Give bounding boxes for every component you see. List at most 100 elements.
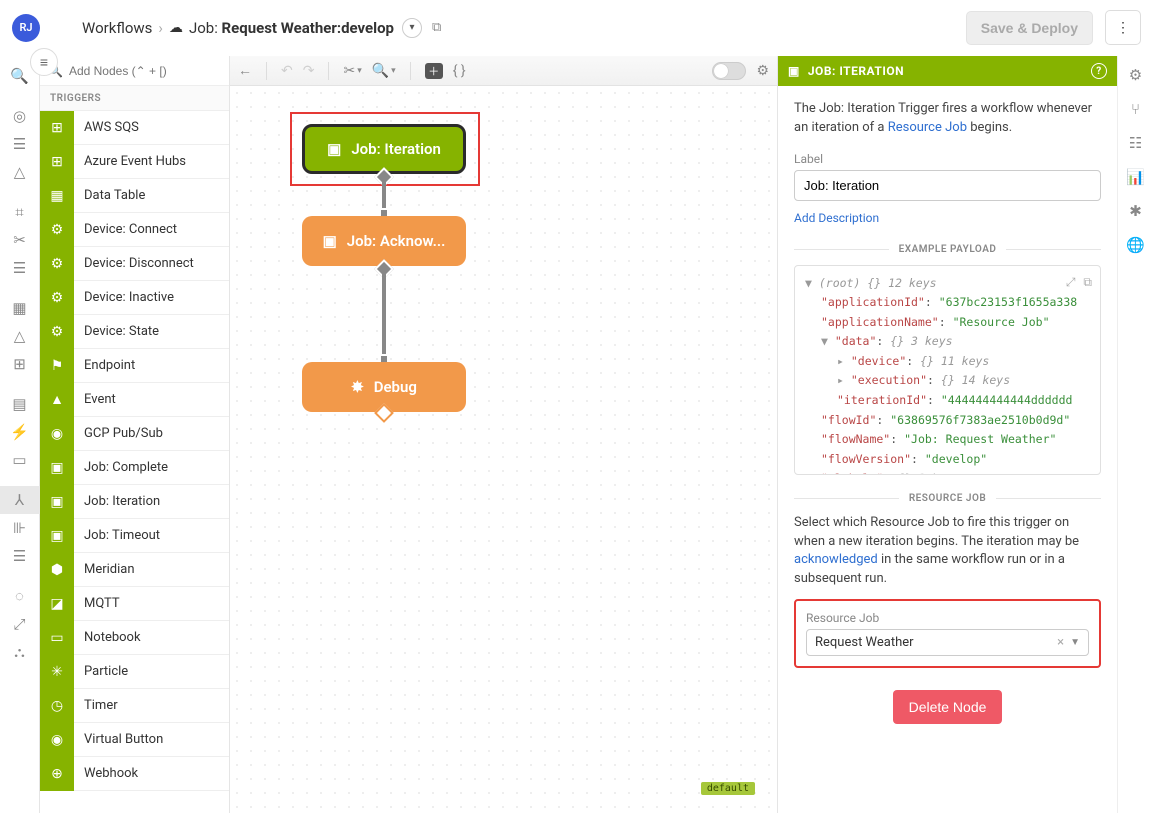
pl-flowname: "Job: Request Weather" bbox=[904, 432, 1056, 446]
workflow-canvas[interactable]: ▣ Job: Iteration ▣ Job: Acknow... ✸ Debu… bbox=[230, 86, 777, 813]
canvas-toolbar: ← ↶ ↷ ✂▾ 🔍▾ ＋ { } ⚙ bbox=[230, 56, 777, 86]
rail-branch-icon[interactable]: ⑂ bbox=[1131, 100, 1140, 118]
payload-copy-icon[interactable]: ⧉ bbox=[1083, 272, 1092, 292]
rail-warning-icon[interactable]: △ bbox=[0, 158, 40, 186]
rail-people-icon[interactable]: ⛬ bbox=[0, 638, 40, 666]
trigger-item[interactable]: ◪MQTT bbox=[40, 587, 229, 621]
rail-bug-icon[interactable]: ✱ bbox=[1129, 202, 1142, 220]
rail-doc-icon[interactable]: ☰ bbox=[0, 254, 40, 282]
trigger-icon: ▣ bbox=[40, 451, 74, 485]
trigger-item[interactable]: ▭Notebook bbox=[40, 621, 229, 655]
chevron-down-icon[interactable]: ▼ bbox=[1070, 637, 1080, 648]
trigger-label: MQTT bbox=[74, 596, 120, 611]
node-palette: 🔍 TRIGGERS ⊞AWS SQS⊞Azure Event Hubs▦Dat… bbox=[40, 56, 230, 813]
resource-job-description: Select which Resource Job to fire this t… bbox=[794, 514, 1101, 589]
trigger-item[interactable]: ◉GCP Pub/Sub bbox=[40, 417, 229, 451]
canvas-area: ← ↶ ↷ ✂▾ 🔍▾ ＋ { } ⚙ ▣ Job: I bbox=[230, 56, 777, 813]
toolbar-back-icon[interactable]: ← bbox=[238, 62, 252, 79]
rail-triangle-icon[interactable]: △ bbox=[0, 322, 40, 350]
trigger-label: AWS SQS bbox=[74, 120, 139, 135]
toolbar-zoom-icon[interactable]: 🔍▾ bbox=[372, 63, 396, 79]
toolbar-gear-icon[interactable]: ⚙ bbox=[756, 63, 769, 79]
toolbar-add-icon[interactable]: ＋ bbox=[425, 63, 443, 79]
trigger-item[interactable]: ⚙Device: Connect bbox=[40, 213, 229, 247]
rail-tools-icon[interactable]: ✂ bbox=[0, 226, 40, 254]
trigger-item[interactable]: ▣Job: Complete bbox=[40, 451, 229, 485]
avatar[interactable]: RJ bbox=[12, 14, 40, 42]
trigger-label: Device: Connect bbox=[74, 222, 177, 237]
trigger-label: Webhook bbox=[74, 766, 138, 781]
trigger-label: Notebook bbox=[74, 630, 141, 645]
rail-gauge-icon[interactable]: ◎ bbox=[0, 102, 40, 130]
acknowledged-link[interactable]: acknowledged bbox=[794, 552, 878, 567]
connector bbox=[382, 274, 386, 354]
rail-widget-icon[interactable]: ⊞ bbox=[0, 350, 40, 378]
resource-job-field-label: Resource Job bbox=[806, 611, 1089, 625]
rail-flow-icon[interactable]: ⅄ bbox=[0, 486, 40, 514]
trigger-item[interactable]: ▲Event bbox=[40, 383, 229, 417]
delete-node-button[interactable]: Delete Node bbox=[893, 690, 1003, 724]
rail-wand-icon[interactable]: ⤢ bbox=[0, 610, 40, 638]
trigger-icon: ✳ bbox=[40, 655, 74, 689]
rail-stack-icon[interactable]: ☰ bbox=[0, 542, 40, 570]
pl-root: (root) bbox=[819, 276, 861, 290]
trigger-icon: ▲ bbox=[40, 383, 74, 417]
help-icon[interactable]: ? bbox=[1091, 63, 1107, 79]
breadcrumb-root[interactable]: Workflows bbox=[82, 19, 152, 37]
rail-gear-icon[interactable]: ⚙ bbox=[1129, 66, 1142, 84]
trigger-item[interactable]: ▦Data Table bbox=[40, 179, 229, 213]
trigger-item[interactable]: ⚙Device: Inactive bbox=[40, 281, 229, 315]
section-triggers-label: TRIGGERS bbox=[40, 86, 229, 111]
trigger-item[interactable]: ⊕Webhook bbox=[40, 757, 229, 791]
rail-drop-icon[interactable]: ◌ bbox=[0, 582, 40, 610]
toolbar-redo-icon[interactable]: ↷ bbox=[303, 63, 315, 79]
more-menu-button[interactable]: ⋮ bbox=[1105, 10, 1141, 45]
node-iteration-label: Job: Iteration bbox=[351, 140, 441, 158]
trigger-item[interactable]: ⊞Azure Event Hubs bbox=[40, 145, 229, 179]
resource-job-link[interactable]: Resource Job bbox=[888, 120, 967, 135]
hamburger-icon[interactable]: ≡ bbox=[30, 48, 58, 76]
trigger-label: Data Table bbox=[74, 188, 145, 203]
payload-viewer[interactable]: ⤢ ⧉ ▼ (root) {} 12 keys "applicationId":… bbox=[794, 265, 1101, 475]
trigger-item[interactable]: ⚑Endpoint bbox=[40, 349, 229, 383]
trigger-label: Azure Event Hubs bbox=[74, 154, 186, 169]
trigger-item[interactable]: ⚙Device: State bbox=[40, 315, 229, 349]
rail-db-icon[interactable]: ☷ bbox=[1129, 134, 1142, 152]
pl-device: {} 11 keys bbox=[920, 354, 989, 368]
node-search-input[interactable] bbox=[69, 64, 224, 78]
toolbar-code-icon[interactable]: { } bbox=[453, 63, 466, 79]
rail-layers-icon[interactable]: ☰ bbox=[0, 130, 40, 158]
branch-dropdown-icon[interactable]: ▾ bbox=[402, 18, 422, 38]
trigger-item[interactable]: ▣Job: Iteration bbox=[40, 485, 229, 519]
breadcrumb-job[interactable]: Job: Request Weather:develop bbox=[189, 19, 394, 37]
payload-expand-icon[interactable]: ⤢ bbox=[1066, 272, 1076, 292]
trigger-item[interactable]: ⬢Meridian bbox=[40, 553, 229, 587]
trigger-icon: ⚙ bbox=[40, 247, 74, 281]
trigger-item[interactable]: ◷Timer bbox=[40, 689, 229, 723]
trigger-label: Meridian bbox=[74, 562, 135, 577]
toolbar-undo-icon[interactable]: ↶ bbox=[281, 63, 293, 79]
trigger-item[interactable]: ✳Particle bbox=[40, 655, 229, 689]
label-input[interactable] bbox=[794, 170, 1101, 201]
rail-bolt-icon[interactable]: ⚡ bbox=[0, 418, 40, 446]
rail-chart-icon[interactable]: 📊 bbox=[1126, 168, 1145, 186]
clear-icon[interactable]: × bbox=[1057, 635, 1064, 650]
trigger-item[interactable]: ▣Job: Timeout bbox=[40, 519, 229, 553]
rail-chip-icon[interactable]: ⌗ bbox=[0, 198, 40, 226]
trigger-icon: ⊞ bbox=[40, 111, 74, 145]
trigger-item[interactable]: ⚙Device: Disconnect bbox=[40, 247, 229, 281]
rail-sliders-icon[interactable]: ⊪ bbox=[0, 514, 40, 542]
trigger-item[interactable]: ◉Virtual Button bbox=[40, 723, 229, 757]
rail-globe-icon[interactable]: 🌐 bbox=[1126, 236, 1145, 254]
rail-grid-icon[interactable]: ▦ bbox=[0, 294, 40, 322]
copy-icon[interactable]: ⧉ bbox=[432, 20, 441, 35]
trigger-item[interactable]: ⊞AWS SQS bbox=[40, 111, 229, 145]
rail-book-icon[interactable]: ▭ bbox=[0, 446, 40, 474]
pl-root-meta: {} 12 keys bbox=[867, 276, 936, 290]
toolbar-cut-icon[interactable]: ✂▾ bbox=[343, 63, 361, 79]
node-search[interactable]: 🔍 bbox=[40, 56, 229, 86]
toolbar-toggle[interactable] bbox=[712, 62, 746, 80]
resource-job-select[interactable]: Request Weather × ▼ bbox=[806, 629, 1089, 656]
rail-page-icon[interactable]: ▤ bbox=[0, 390, 40, 418]
add-description-link[interactable]: Add Description bbox=[794, 211, 879, 225]
